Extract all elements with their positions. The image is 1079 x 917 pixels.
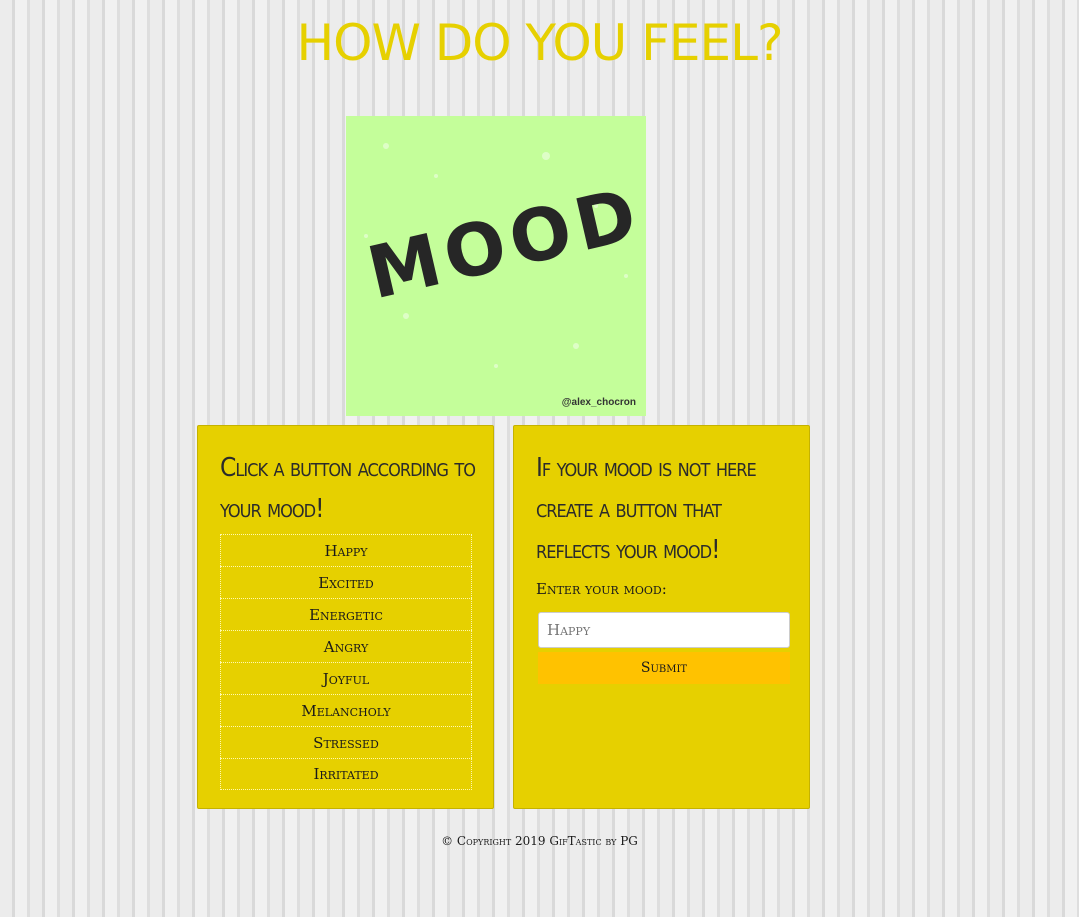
mood-button-angry[interactable]: Angry <box>220 630 472 662</box>
mood-button-joyful[interactable]: Joyful <box>220 662 472 694</box>
submit-button[interactable]: Submit <box>538 652 790 684</box>
mood-input[interactable] <box>538 612 790 648</box>
mood-buttons-heading: Click a button according to your mood! <box>220 453 476 524</box>
mood-input-label: Enter your mood: <box>536 580 667 598</box>
mood-button-melancholy[interactable]: Melancholy <box>220 694 472 726</box>
mood-button-list: Happy Excited Energetic Angry Joyful Mel… <box>220 534 472 790</box>
mood-button-stressed[interactable]: Stressed <box>220 726 472 758</box>
add-mood-panel: If your mood is not here create a button… <box>513 425 810 809</box>
mood-button-energetic[interactable]: Energetic <box>220 598 472 630</box>
add-mood-heading: If your mood is not here create a button… <box>536 453 757 565</box>
mood-button-happy[interactable]: Happy <box>220 534 472 566</box>
mood-buttons-panel: Click a button according to your mood! H… <box>197 425 494 809</box>
mood-gif-image[interactable]: MOOD @alex_chocron <box>346 116 646 416</box>
mood-button-excited[interactable]: Excited <box>220 566 472 598</box>
image-credit: @alex_chocron <box>561 397 636 408</box>
mood-button-irritated[interactable]: Irritated <box>220 758 472 790</box>
footer-copyright: © Copyright 2019 GifTastic by PG <box>441 834 638 848</box>
page-title: HOW DO YOU FEEL? <box>296 14 783 72</box>
